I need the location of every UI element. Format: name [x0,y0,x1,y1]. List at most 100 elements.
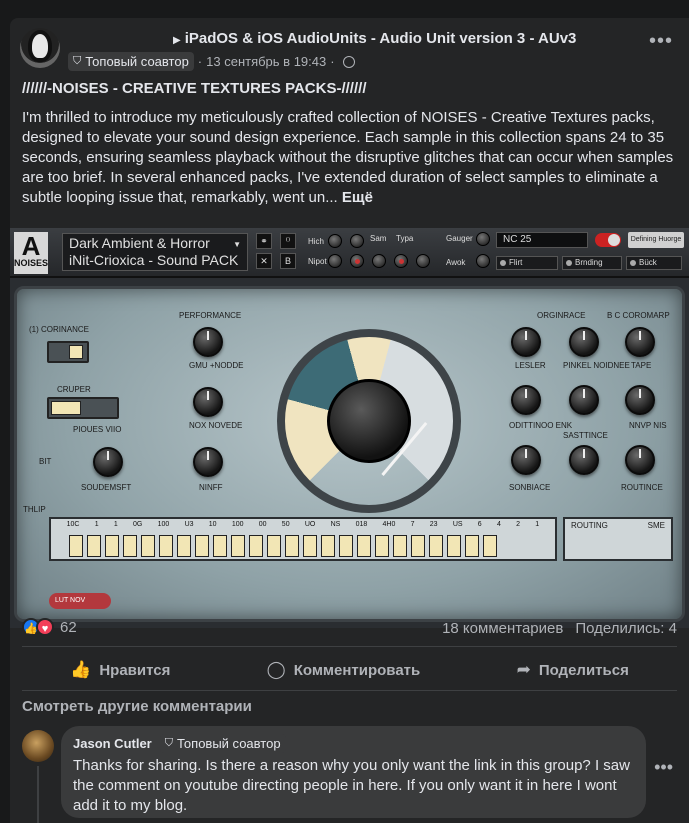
pad-button [285,535,299,557]
top-contributor-badge[interactable]: ⛉ Топовый соавтор [68,52,194,71]
pad-button [303,535,317,557]
lesler-knob [511,327,541,357]
strip-label: 10 [208,521,217,528]
post-image[interactable]: NOISES Dark Ambient & Horror iNit-Crioxi… [10,228,689,628]
pad-button [213,535,227,557]
pinkel-knob [569,327,599,357]
label-bccoromarp: B C COROMARP [607,311,670,320]
comment-header: Jason Cutler ⛉ Топовый соавтор [73,734,634,753]
badge-label: Топовый соавтор [85,54,189,69]
label-sastince: SASTTINCE [563,431,608,440]
routince-knob [625,445,655,475]
label-odittinoo: ODITTINOO ENK [509,421,573,430]
see-more-link[interactable]: Ещё [342,189,373,206]
post-date[interactable]: 13 сентябрь в 19:43 [206,54,326,69]
love-reaction-icon: ♥ [36,618,54,636]
plugin-topbar: NOISES Dark Ambient & Horror iNit-Crioxi… [10,228,689,278]
vu-meter [277,329,461,513]
label-performance: PERFORMANCE [179,311,242,320]
comment-author[interactable]: Jason Cutler [73,736,152,751]
like-button[interactable]: 👍 Нравится [70,660,170,680]
gauger-knob [476,232,490,246]
strip-label: UO [304,521,316,528]
b-icon: B [280,253,296,269]
nipot-knob [328,254,342,268]
knob-red-a [350,254,364,268]
close-icon: ✕ [256,253,272,269]
more-options-icon[interactable]: ••• [649,31,673,51]
badge-icon: ⛉ [164,737,173,749]
awok-knob [476,254,490,268]
strip-label: 1 [535,521,540,528]
label-sme: SME [647,521,665,530]
share-button[interactable]: ➦ Поделиться [517,660,629,680]
comment-bubble: Jason Cutler ⛉ Топовый соавтор Thanks for… [61,726,646,818]
strip-label: 50 [281,521,290,528]
caret-right-icon: ▶ [173,35,181,46]
label-routing: ROUTING [571,521,608,530]
performance-knob [193,327,223,357]
pad-button [357,535,371,557]
strip-label: U3 [184,521,194,528]
label-coinmance: (1) CORINANCE [29,325,90,334]
knob-b [372,254,386,268]
label-soudemsft: SOUDEMSFT [81,483,132,492]
strip-label: 1 [94,521,99,528]
dropdown-brnding: Brnding [562,256,622,270]
noises-logo: NOISES [14,232,48,274]
nox-knob [193,447,223,477]
label-pinkel: PINKEL NOIDNEE [563,361,630,370]
pad-button [483,535,497,557]
globe-icon [342,55,355,68]
shares-count[interactable]: Поделились: 4 [575,620,677,637]
comment-button[interactable]: ◯ Комментировать [267,660,421,680]
defining-button: Defining Huorge [628,232,684,248]
post-stats: 18 комментариев Поделились: 4 [442,620,677,637]
strip-label: 00 [258,521,267,528]
group-title[interactable]: iPadOS & iOS AudioUnits - Audio Unit ver… [185,30,577,47]
divider [22,646,677,647]
meter-knob [327,379,411,463]
pad-button [447,535,461,557]
strip-label: 4 [496,521,501,528]
comment-text: Thanks for sharing. Is there a reason wh… [73,757,630,814]
like-label: Нравится [99,661,171,679]
group-title-link[interactable]: ▶ iPadOS & iOS AudioUnits - Audio Unit ve… [173,30,576,47]
comments-count[interactable]: 18 комментариев [442,620,563,637]
strip-label: US [452,521,463,528]
comment-options-icon[interactable]: ••• [654,758,673,776]
comment-icon: ◯ [266,660,286,679]
pad-button [321,535,335,557]
routing-box: ROUTING SME [563,517,673,561]
strip-label: 1 [113,521,118,528]
label-sonbiace: SONBIACE [509,483,551,492]
bracket-icon: ⁽⁾ [280,233,296,249]
dropdown-flirt: Flirt [496,256,558,270]
sastince-knob [569,385,599,415]
label-ninff: NINFF [199,483,223,492]
dropdown-buck: Bück [626,256,682,270]
pioues-knob [93,447,123,477]
pad-strip: 10C 1 1 0G 100 U3 10 100 00 50 UO NS 018 4H0 7 23 US 6 4 2 1 [49,517,557,561]
strip-label: 100 [157,521,170,528]
lut-nov-button: LUT NOV [49,593,111,609]
label-gmu: GMU +NODDE [189,361,244,370]
knob-c [416,254,430,268]
top-contributor-badge[interactable]: ⛉ Топовый соавтор [159,734,286,753]
author-avatar[interactable] [20,28,60,68]
pad-button [123,535,137,557]
commenter-avatar[interactable] [22,730,54,762]
label-routince: ROUTINCE [621,483,663,492]
reactions-summary[interactable]: 👍 ♥ 62 [22,618,77,636]
badge-label: Топовый соавтор [177,736,281,751]
comment-thread-line [37,766,39,823]
tape-knob [625,327,655,357]
strip-label: NS [330,521,341,528]
pad-button [249,535,263,557]
pad-button [195,535,209,557]
see-more-comments-link[interactable]: Смотреть другие комментарии [22,698,252,715]
post-title: //////-NOISES - CREATIVE TEXTURES PACKS-… [22,80,367,97]
strip-label: 23 [429,521,438,528]
strip-label: 6 [477,521,482,528]
pad-row [59,535,549,557]
